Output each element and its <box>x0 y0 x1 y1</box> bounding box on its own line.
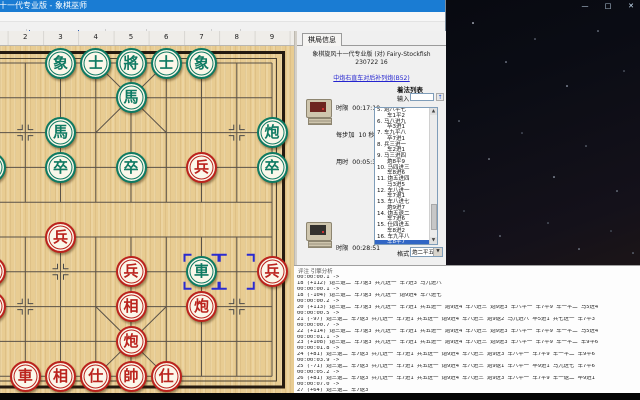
move-input-go-icon[interactable]: ↑ <box>436 93 444 101</box>
analysis-line: 21 (-97) 炮三退二 车7退3 兵九进一 车7进1 兵五进一 炮9进4 车… <box>297 316 595 322</box>
move-list-scrollbar[interactable]: ▲ ▼ <box>429 108 437 244</box>
red-piece-炮[interactable]: 炮 <box>186 291 217 323</box>
red-piece-相[interactable]: 相 <box>115 291 147 323</box>
analysis-line: 23 (+108) 炮三退二 车7退3 兵九进一 车7进1 兵五进一 炮9进4 … <box>297 340 599 346</box>
black-piece-象[interactable]: 象 <box>186 47 217 79</box>
scroll-down-icon[interactable]: ▼ <box>430 237 437 244</box>
red-piece-炮[interactable]: 炮 <box>115 325 147 357</box>
tab-game-info[interactable]: 棋局信息 <box>302 33 342 46</box>
move-input-label: 输入 <box>397 96 410 103</box>
scroll-thumb[interactable] <box>430 204 437 230</box>
black-piece-卒[interactable]: 卒 <box>45 151 76 183</box>
minimize-icon[interactable]: — <box>578 0 592 12</box>
scroll-up-icon[interactable]: ▲ <box>430 108 437 115</box>
red-computer-icon <box>306 97 334 127</box>
red-piece-兵[interactable]: 兵 <box>115 256 147 288</box>
format-dropdown[interactable]: 炮二平五 ▼ <box>410 247 443 257</box>
move-input[interactable] <box>410 93 434 101</box>
format-label: 格式 <box>397 251 410 258</box>
game-info-panel: 棋局信息 象棋旋风十一代专业版 (对) Fairy-Stockfish 2307… <box>297 31 446 306</box>
analysis-header: 评注 引擎分析 <box>298 269 333 275</box>
analysis-line: 25 (-71) 炮三退二 车7退3 兵九进一 车7进1 兵五进一 炮9进4 车… <box>297 364 595 370</box>
black-time-limit: 时限 00:28:51 <box>336 245 381 252</box>
title-bar[interactable]: 象棋旋风十一代专业版 - 象棋巫师 <box>0 0 446 12</box>
red-piece-兵[interactable]: 兵 <box>45 221 76 253</box>
window-title: 象棋旋风十一代专业版 - 象棋巫师 <box>0 1 87 10</box>
analysis-line: 26 (+81) 炮三退二 车7退3 兵九进一 车7进1 兵五进一 炮9进4 车… <box>297 376 595 382</box>
dropdown-arrow-icon[interactable]: ▼ <box>433 248 442 256</box>
analysis-line: 20 (+113) 炮三退二 车7退3 兵九进一 车7进1 兵五进一 炮9进4 … <box>297 304 599 310</box>
caption-buttons: — □ ✕ <box>578 0 638 12</box>
move-row[interactable]: 车8平7 <box>375 239 437 244</box>
menu-bar: 棋谱(M)局面(P)着法(W)系统(C)电脑(E)选项(O)帮助(H) <box>0 12 446 22</box>
black-piece-士[interactable]: 士 <box>80 47 112 79</box>
black-piece-將[interactable]: 將 <box>115 47 147 79</box>
xiangqi-board[interactable]: 123456789 象士將士象馬馬炮卒卒卒兵卒兵兵兵車兵馬相炮炮車相仕帥仕 <box>0 31 294 393</box>
black-piece-馬[interactable]: 馬 <box>115 82 147 114</box>
black-piece-炮[interactable]: 炮 <box>256 117 288 149</box>
red-piece-帥[interactable]: 帥 <box>115 360 147 392</box>
black-piece-卒[interactable]: 卒 <box>256 151 288 183</box>
players-line: 象棋旋风十一代专业版 (对) Fairy-Stockfish 230722 16 <box>312 51 431 66</box>
analysis-line: 24 (+81) 炮三退二 车7退3 兵九进一 车7进1 兵五进一 炮9进4 车… <box>297 352 595 358</box>
black-piece-卒[interactable]: 卒 <box>115 151 147 183</box>
red-piece-兵[interactable]: 兵 <box>186 151 217 183</box>
maximize-icon[interactable]: □ <box>601 0 615 12</box>
move-list-rows: 5. 炮八平七 车1平2 6. 马八进九 卒3进1 7. 车九平八 卒7进1 8. 兵三进一… <box>375 108 437 244</box>
close-icon[interactable]: ✕ <box>624 0 638 12</box>
red-piece-仕[interactable]: 仕 <box>80 360 112 392</box>
red-piece-相[interactable]: 相 <box>45 360 76 392</box>
analysis-lines: 00:00:00.1 -> 18 (+112) 炮三退二 车7退3 兵九进一 车7… <box>297 275 640 394</box>
red-piece-車[interactable]: 車 <box>9 360 41 392</box>
board-grid <box>0 51 285 389</box>
engine-analysis-pane: 评注 引擎分析 00:00:00.1 -> 18 (+112) 炮三退二 车7退3… <box>294 265 640 394</box>
red-piece-兵[interactable]: 兵 <box>256 256 288 288</box>
opening-link[interactable]: 中炮右直车对后补列炮(B52) <box>301 73 442 82</box>
black-computer-icon <box>306 220 334 250</box>
red-piece-仕[interactable]: 仕 <box>150 360 182 392</box>
black-piece-士[interactable]: 士 <box>150 47 182 79</box>
analysis-line: 22 (+114) 炮三退二 车7退3 兵九进一 车7进1 兵五进一 炮9进4 … <box>297 328 599 334</box>
bottom-black-strip <box>0 393 640 400</box>
format-value: 炮二平五 <box>412 250 435 256</box>
black-piece-馬[interactable]: 馬 <box>45 117 76 149</box>
move-list[interactable]: 5. 炮八平七 车1平2 6. 马八进九 卒3进1 7. 车九平八 卒7进1 8. 兵三进一… <box>374 107 438 245</box>
black-piece-象[interactable]: 象 <box>45 47 76 79</box>
screen: 象棋旋风十一代专业版 - 象棋巫师 — □ ✕ 棋谱(M)局面(P)着法(W)系… <box>0 0 640 400</box>
